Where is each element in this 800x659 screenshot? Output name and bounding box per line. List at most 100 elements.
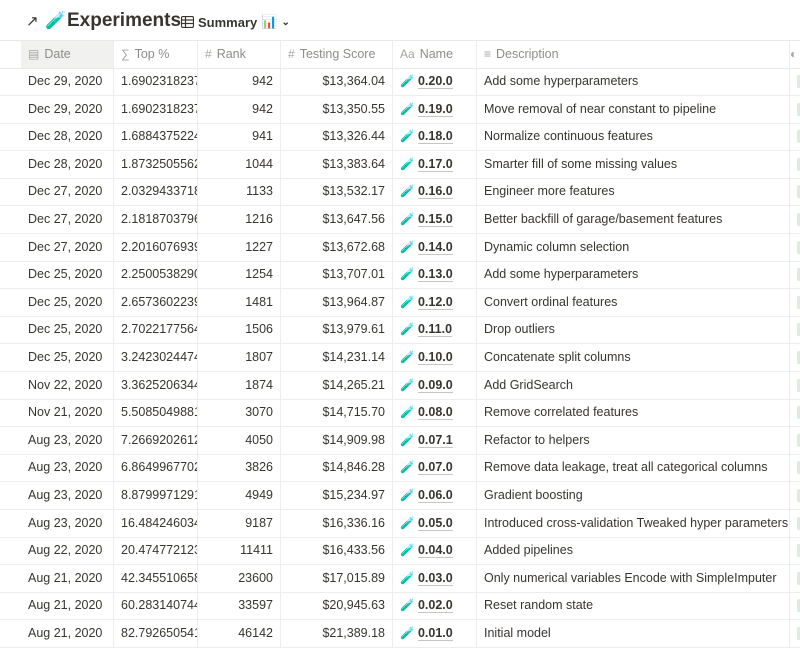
cell-description[interactable]: Remove correlated features (477, 399, 790, 427)
cell-extra[interactable] (790, 510, 800, 537)
cell-score[interactable]: $14,715.70 (281, 399, 393, 427)
cell-rank[interactable]: 46142 (198, 620, 281, 647)
cell-rank[interactable]: 1227 (198, 233, 281, 261)
cell-top[interactable]: 6.8649967702 (114, 454, 198, 482)
column-header-desc[interactable]: ≡ Description (477, 41, 790, 68)
cell-date[interactable]: Dec 25, 2020 (21, 261, 114, 289)
cell-name[interactable]: 🧪 0.14.0 (393, 233, 477, 261)
cell-date[interactable]: Dec 25, 2020 (21, 344, 114, 371)
cell-top[interactable]: 2.0329433718 (114, 178, 198, 206)
experiment-name-link[interactable]: 0.10.0 (417, 350, 453, 365)
cell-description[interactable]: Added pipelines (477, 537, 790, 565)
experiment-name-link[interactable]: 0.11.0 (417, 322, 453, 338)
cell-top[interactable]: 1.6902318237 (114, 68, 198, 95)
cell-name[interactable]: 🧪 0.02.0 (393, 592, 477, 620)
cell-score[interactable]: $13,364.04 (281, 68, 393, 95)
cell-date[interactable]: Aug 21, 2020 (21, 564, 114, 592)
cell-rank[interactable]: 11411 (198, 537, 281, 565)
cell-name[interactable]: 🧪 0.03.0 (393, 564, 477, 592)
cell-name[interactable]: 🧪 0.04.0 (393, 537, 477, 565)
cell-score[interactable]: $13,383.64 (281, 150, 393, 178)
cell-rank[interactable]: 942 (198, 95, 281, 123)
column-header-rank[interactable]: # Rank (198, 41, 281, 68)
experiment-name-link[interactable]: 0.03.0 (417, 571, 453, 586)
cell-name[interactable]: 🧪 0.19.0 (393, 95, 477, 123)
cell-extra[interactable] (790, 537, 800, 564)
table-row[interactable]: Aug 23, 2020 7.2669202612 4050 $14,909.98 🧪 0… (0, 426, 800, 455)
cell-name[interactable]: 🧪 0.17.0 (393, 150, 477, 178)
cell-name[interactable]: 🧪 0.09.0 (393, 371, 477, 399)
cell-name[interactable]: 🧪 0.18.0 (393, 123, 477, 151)
cell-name[interactable]: 🧪 0.07.0 (393, 454, 477, 482)
cell-score[interactable]: $21,389.18 (281, 620, 393, 647)
experiment-name-link[interactable]: 0.01.0 (417, 626, 453, 641)
cell-date[interactable]: Nov 22, 2020 (21, 371, 114, 399)
cell-extra[interactable] (790, 316, 800, 343)
cell-date[interactable]: Dec 27, 2020 (21, 206, 114, 233)
experiment-name-link[interactable]: 0.12.0 (417, 295, 453, 310)
cell-rank[interactable]: 942 (198, 68, 281, 95)
cell-top[interactable]: 2.2500538290 (114, 261, 198, 289)
experiment-name-link[interactable]: 0.17.0 (417, 157, 453, 172)
table-row[interactable]: Aug 23, 2020 16.484246034 9187 $16,336.16 🧪 0… (0, 509, 800, 538)
cell-score[interactable]: $13,979.61 (281, 316, 393, 344)
experiment-name-link[interactable]: 0.13.0 (417, 267, 453, 283)
cell-top[interactable]: 7.2669202612 (114, 426, 198, 454)
cell-description[interactable]: Smarter fill of some missing values (477, 150, 790, 178)
cell-rank[interactable]: 941 (198, 123, 281, 151)
cell-name[interactable]: 🧪 0.13.0 (393, 261, 477, 289)
cell-top[interactable]: 2.1818703796 (114, 206, 198, 233)
database-title[interactable]: Experiments (67, 10, 181, 32)
open-as-page-icon[interactable]: ↗ (26, 12, 39, 30)
table-row[interactable]: Dec 28, 2020 1.6884375224 941 $13,326.44 🧪 0.… (0, 123, 800, 152)
cell-top[interactable]: 5.5085049881 (114, 399, 198, 427)
cell-score[interactable]: $16,433.56 (281, 537, 393, 565)
cell-rank[interactable]: 1254 (198, 261, 281, 289)
cell-extra[interactable] (790, 427, 800, 454)
table-row[interactable]: Aug 23, 2020 6.8649967702 3826 $14,846.28 🧪 0… (0, 454, 800, 483)
cell-name[interactable]: 🧪 0.08.0 (393, 399, 477, 427)
cell-top[interactable]: 3.3625206344 (114, 371, 198, 399)
experiment-name-link[interactable]: 0.06.0 (417, 488, 453, 503)
cell-date[interactable]: Dec 29, 2020 (21, 68, 114, 95)
cell-top[interactable]: 8.8799971291 (114, 482, 198, 509)
cell-description[interactable]: Drop outliers (477, 316, 790, 344)
cell-top[interactable]: 16.484246034 (114, 509, 198, 537)
cell-score[interactable]: $13,647.56 (281, 206, 393, 233)
cell-rank[interactable]: 1481 (198, 288, 281, 316)
cell-top[interactable]: 42.345510658 (114, 564, 198, 592)
cell-date[interactable]: Dec 28, 2020 (21, 123, 114, 151)
table-row[interactable]: Nov 21, 2020 5.5085049881 3070 $14,715.70 🧪 0… (0, 399, 800, 428)
cell-date[interactable]: Dec 25, 2020 (21, 288, 114, 316)
cell-date[interactable]: Aug 21, 2020 (21, 592, 114, 620)
cell-date[interactable]: Aug 23, 2020 (21, 454, 114, 482)
page-emoji-icon[interactable]: 🧪 (45, 11, 66, 31)
cell-rank[interactable]: 4949 (198, 482, 281, 509)
cell-extra[interactable] (790, 261, 800, 288)
column-header-score[interactable]: # Testing Score (281, 41, 393, 68)
cell-name[interactable]: 🧪 0.15.0 (393, 206, 477, 233)
cell-date[interactable]: Aug 23, 2020 (21, 426, 114, 454)
cell-extra[interactable] (790, 372, 800, 399)
cell-top[interactable]: 3.2423024474 (114, 344, 198, 371)
cell-score[interactable]: $14,231.14 (281, 344, 393, 371)
experiment-name-link[interactable]: 0.18.0 (417, 129, 453, 145)
cell-extra[interactable] (790, 454, 800, 481)
cell-rank[interactable]: 1044 (198, 150, 281, 178)
table-row[interactable]: Aug 21, 2020 42.345510658 23600 $17,015.89 🧪… (0, 564, 800, 593)
cell-rank[interactable]: 1133 (198, 178, 281, 206)
table-row[interactable]: Aug 23, 2020 8.8799971291 4949 $15,234.97 🧪 0… (0, 482, 800, 510)
cell-extra[interactable] (790, 399, 800, 426)
cell-top[interactable]: 2.2016076939 (114, 233, 198, 261)
cell-date[interactable]: Nov 21, 2020 (21, 399, 114, 427)
cell-description[interactable]: Gradient boosting (477, 482, 790, 509)
cell-score[interactable]: $14,846.28 (281, 454, 393, 482)
cell-rank[interactable]: 4050 (198, 426, 281, 454)
cell-description[interactable]: Refactor to helpers (477, 426, 790, 454)
cell-description[interactable]: Initial model (477, 620, 790, 647)
cell-name[interactable]: 🧪 0.01.0 (393, 620, 477, 647)
cell-date[interactable]: Dec 29, 2020 (21, 95, 114, 123)
column-header-date[interactable]: ▤ Date (21, 41, 114, 68)
cell-description[interactable]: Concatenate split columns (477, 344, 790, 371)
cell-score[interactable]: $20,945.63 (281, 592, 393, 620)
